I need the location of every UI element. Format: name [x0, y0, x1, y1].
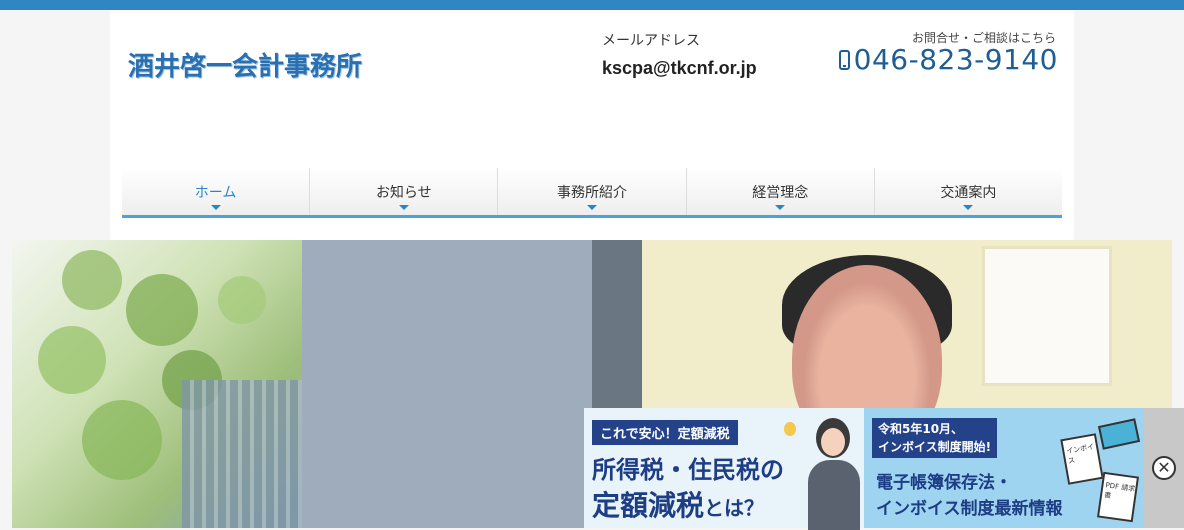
close-icon[interactable]: ✕ [1152, 456, 1176, 480]
banner-tax-reduction[interactable]: これで安心！定額減税 所得税・住民税の 定額減税とは？ [584, 408, 864, 530]
chevron-down-icon [963, 205, 974, 210]
top-accent-bar [0, 0, 1184, 10]
document-icon: インボイス [1060, 433, 1104, 485]
nav-item-label: 事務所紹介 [557, 184, 627, 201]
nav-item-access[interactable]: 交通案内 [875, 168, 1062, 215]
banner-b-line2: インボイス制度最新情報 [876, 499, 1063, 519]
nav-item-label: お知らせ [375, 184, 432, 201]
chevron-down-icon [398, 205, 409, 210]
global-nav: ホーム お知らせ 事務所紹介 経営理念 交通案内 [122, 168, 1062, 218]
hero-image-panel [302, 240, 592, 528]
phone-number: 046-823-9140 [853, 43, 1058, 76]
chevron-down-icon [587, 205, 597, 210]
banner-tag: これで安心！定額減税 [592, 420, 738, 445]
woman-illustration [806, 414, 862, 530]
banner-headline-2: 定額減税とは？ [592, 484, 764, 524]
banner-headline-main: 定額減税 [592, 489, 705, 522]
banner-close-area: ✕ [1144, 408, 1184, 528]
nav-item-philosophy[interactable]: 経営理念 [687, 168, 875, 215]
mobile-phone-icon [838, 49, 850, 70]
lightbulb-icon [784, 422, 796, 436]
chevron-down-icon [210, 205, 221, 210]
banner-tag-2-line1: 令和5年10月、 [878, 422, 964, 436]
email-label: メールアドレス [602, 33, 700, 49]
site-header: 酒井啓一会計事務所 メールアドレス kscpa@tkcnf.or.jp お問合せ… [110, 10, 1074, 240]
promo-banner: これで安心！定額減税 所得税・住民税の 定額減税とは？ 令和5年10月、 インボ… [584, 408, 1184, 530]
nav-item-home[interactable]: ホーム [122, 168, 311, 215]
pdf-document-icon: PDF 請求書 [1096, 471, 1140, 523]
banner-invoice[interactable]: 令和5年10月、 インボイス制度開始! インボイス PDF 請求書 電子帳簿保存… [864, 408, 1144, 528]
nav-item-label: ホーム [194, 184, 237, 201]
nav-item-label: 交通案内 [940, 184, 997, 201]
folder-icon [1097, 418, 1141, 450]
nav-item-news[interactable]: お知らせ [310, 168, 499, 215]
site-logo[interactable]: 酒井啓一会計事務所 [128, 46, 362, 83]
banner-tag-2-line2: インボイス制度開始! [878, 440, 992, 454]
hero-image-leaves [12, 240, 302, 528]
chevron-down-icon [775, 205, 786, 210]
nav-item-label: 経営理念 [752, 184, 809, 201]
nav-item-office[interactable]: 事務所紹介 [498, 168, 687, 215]
banner-b-line1: 電子帳簿保存法・ [876, 473, 1012, 493]
email-address[interactable]: kscpa@tkcnf.or.jp [602, 58, 757, 79]
banner-headline-suffix: とは？ [704, 496, 765, 520]
banner-tag-2: 令和5年10月、 インボイス制度開始! [872, 418, 998, 458]
building-image [182, 380, 302, 528]
certificate-frame [982, 246, 1112, 386]
banner-headline: 所得税・住民税の [592, 456, 784, 484]
phone-contact[interactable]: 046-823-9140 [838, 43, 1058, 76]
